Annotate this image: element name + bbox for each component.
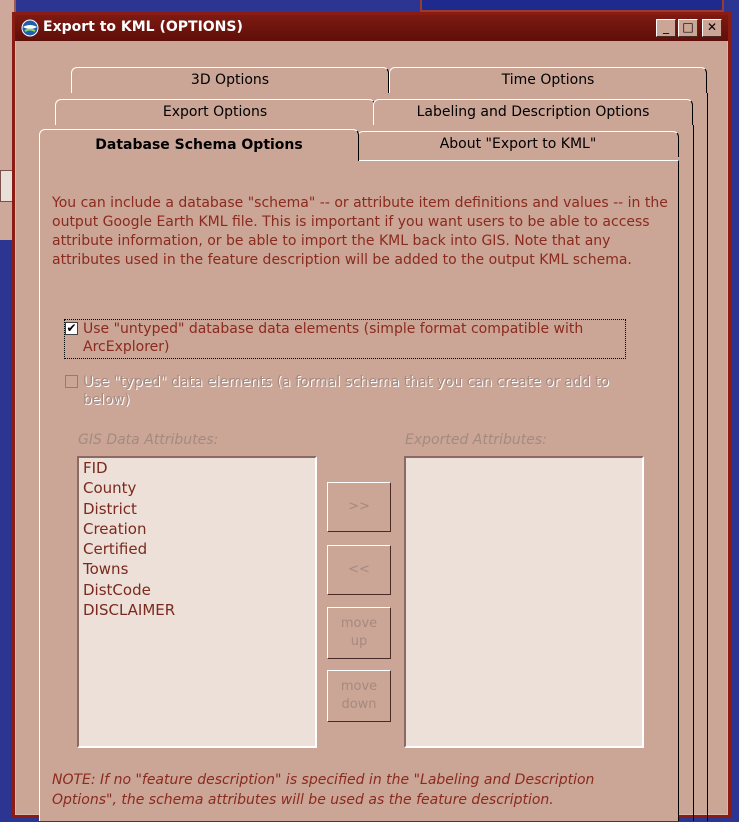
- typed-checkbox-row[interactable]: Use "typed" data elements (a formal sche…: [65, 373, 625, 411]
- tab-about-export[interactable]: About "Export to KML": [357, 131, 679, 157]
- remove-attribute-button[interactable]: <<: [327, 545, 391, 595]
- move-up-button[interactable]: move up: [327, 607, 391, 659]
- exported-attributes-list[interactable]: [404, 456, 644, 748]
- note-text: NOTE: If no "feature description" is spe…: [52, 772, 595, 808]
- untyped-checkbox-row[interactable]: ✔ Use "untyped" database data elements (…: [64, 319, 626, 359]
- list-item[interactable]: DistCode: [79, 580, 315, 600]
- tab-page-edge: [707, 93, 708, 821]
- typed-checkbox[interactable]: [65, 375, 78, 388]
- tab-page-edge: [693, 125, 694, 821]
- minimize-icon[interactable]: _: [656, 19, 676, 37]
- tab-labeling-description[interactable]: Labeling and Description Options: [373, 99, 693, 125]
- intro-text: You can include a database "schema" -- o…: [52, 195, 668, 268]
- list-item[interactable]: Certified: [79, 539, 315, 559]
- list-item[interactable]: County: [79, 478, 315, 498]
- tab-time-options[interactable]: Time Options: [389, 67, 707, 93]
- exported-attributes-label: Exported Attributes:: [405, 432, 547, 448]
- untyped-checkbox[interactable]: ✔: [65, 322, 78, 335]
- list-item[interactable]: Creation: [79, 519, 315, 539]
- tab-export-options[interactable]: Export Options: [55, 99, 375, 125]
- close-icon[interactable]: ✕: [702, 19, 722, 37]
- globe-icon: [21, 19, 39, 37]
- title-bar[interactable]: Export to KML (OPTIONS) _ □ ✕: [15, 15, 728, 41]
- tab-database-schema[interactable]: Database Schema Options: [39, 129, 359, 161]
- window-title: Export to KML (OPTIONS): [43, 19, 243, 35]
- list-item[interactable]: District: [79, 499, 315, 519]
- tab-3d-options[interactable]: 3D Options: [71, 67, 389, 93]
- add-attribute-button[interactable]: >>: [327, 482, 391, 532]
- untyped-checkbox-label: Use "untyped" database data elements (si…: [83, 321, 584, 355]
- list-item[interactable]: FID: [79, 458, 315, 478]
- maximize-icon[interactable]: □: [678, 19, 698, 37]
- background-titlebar: [420, 0, 724, 12]
- gis-attributes-label: GIS Data Attributes:: [78, 432, 219, 448]
- export-kml-dialog: Export to KML (OPTIONS) _ □ ✕ 3D Options…: [12, 12, 731, 821]
- gis-attributes-list[interactable]: FID County District Creation Certified T…: [77, 456, 317, 748]
- list-item[interactable]: DISCLAIMER: [79, 600, 315, 620]
- move-down-button[interactable]: move down: [327, 670, 391, 722]
- typed-checkbox-label: Use "typed" data elements (a formal sche…: [83, 374, 609, 408]
- list-item[interactable]: Towns: [79, 559, 315, 579]
